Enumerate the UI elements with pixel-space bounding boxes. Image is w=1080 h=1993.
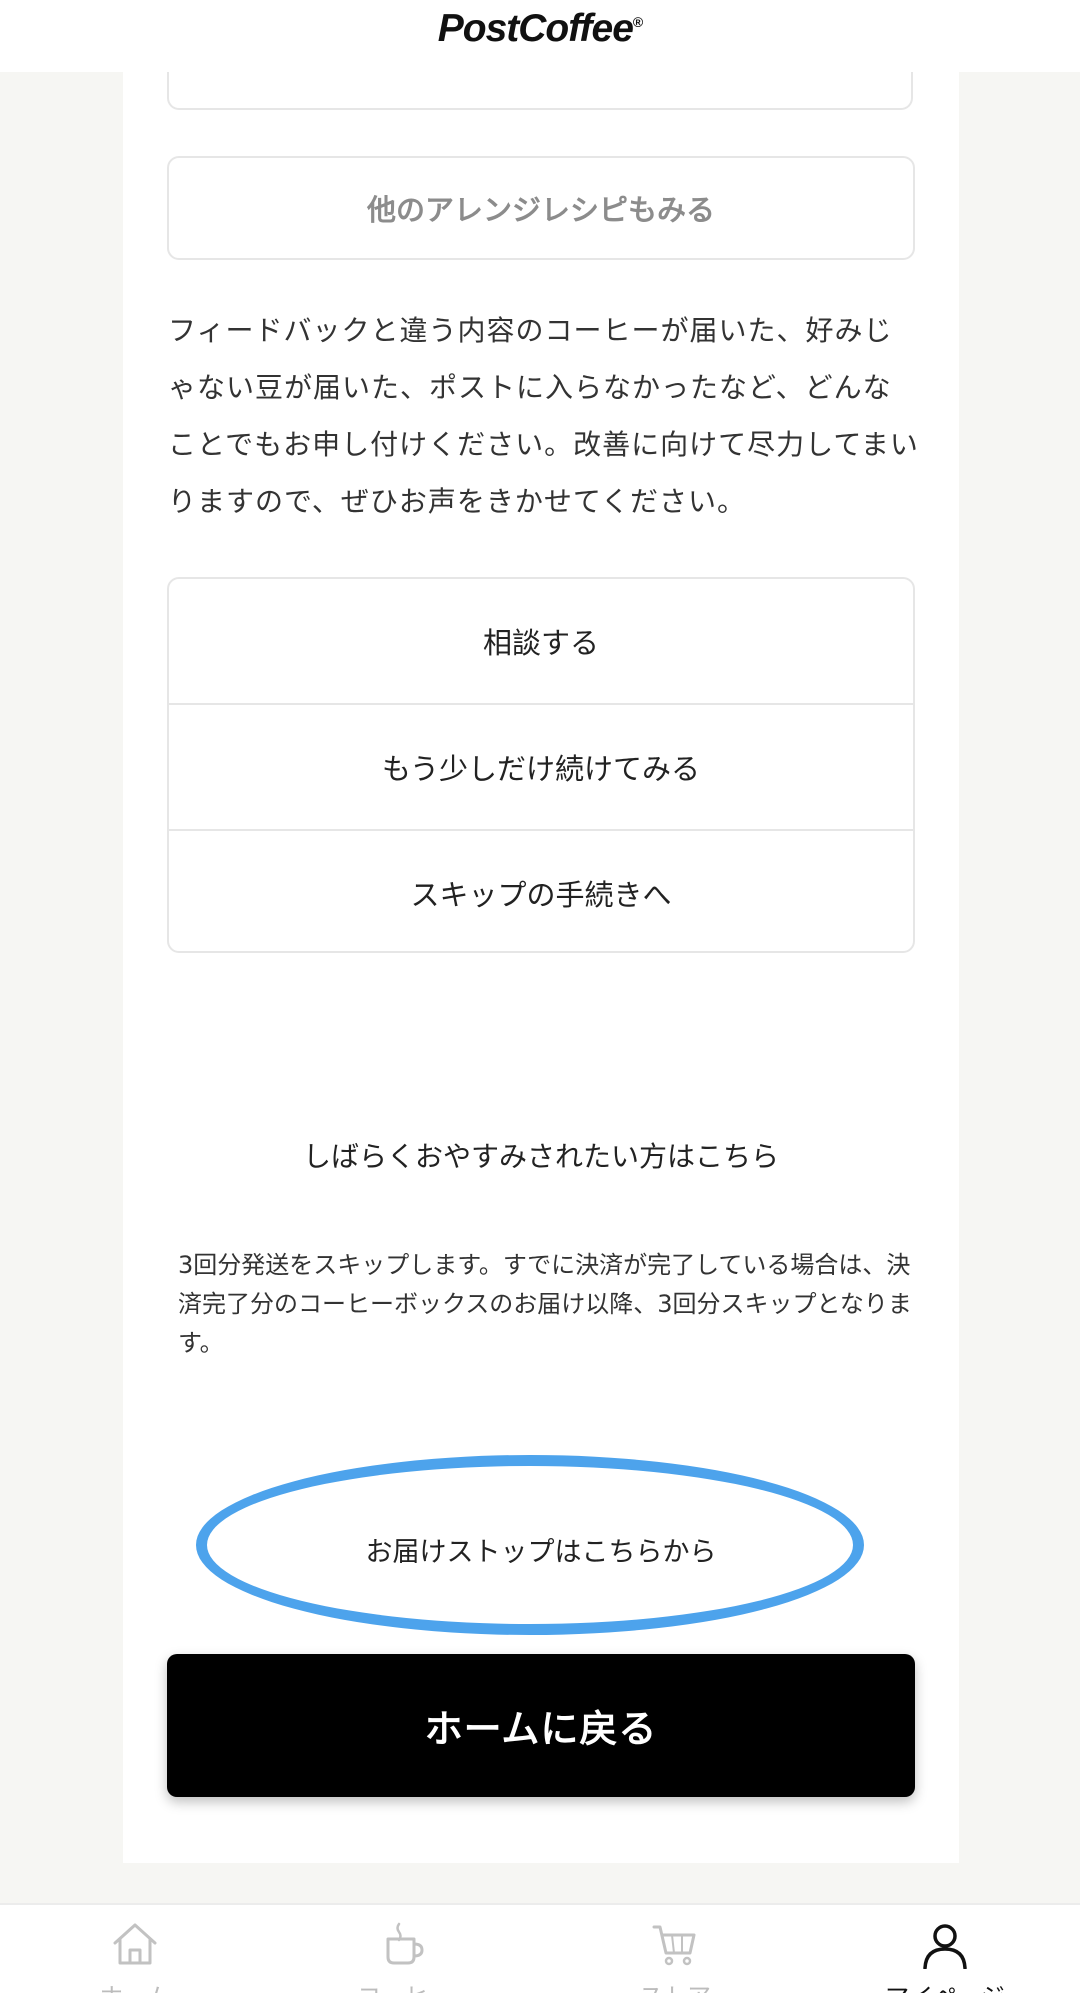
nav-label-mypage: マイページ <box>810 1977 1080 1993</box>
feedback-description: フィードバックと違う内容のコーヒーが届いた、好みじゃない豆が届いた、ポストに入ら… <box>168 314 919 518</box>
delivery-stop-link[interactable]: お届けストップはこちらから <box>123 1530 959 1569</box>
user-icon <box>923 1924 967 1969</box>
skip-procedure-button[interactable]: スキップの手続きへ <box>169 831 913 951</box>
cart-icon <box>652 1925 696 1966</box>
nav-label-home: ホーム <box>0 1977 270 1993</box>
options-list: 相談する もう少しだけ続けてみる スキップの手続きへ <box>167 577 915 953</box>
home-icon <box>113 1923 157 1965</box>
consult-button[interactable]: 相談する <box>169 579 913 705</box>
nav-item-store[interactable]: ストア <box>540 1905 810 1993</box>
nav-label-store: ストア <box>540 1977 810 1993</box>
back-home-button[interactable]: ホームに戻る <box>167 1654 915 1797</box>
nav-label-coffee: コーヒー <box>270 1977 540 1993</box>
continue-button[interactable]: もう少しだけ続けてみる <box>169 705 913 831</box>
pause-title: しばらくおやすみされたい方はこちら <box>302 1140 779 1173</box>
skip-description: 3回分発送をスキップします。すでに決済が完了している場合は、決済完了分のコーヒー… <box>178 1251 912 1357</box>
nav-item-home[interactable]: ホーム <box>0 1905 270 1993</box>
bottom-nav: ホーム コーヒー ストア マイページ <box>0 1903 1080 1993</box>
nav-item-coffee[interactable]: コーヒー <box>270 1905 540 1993</box>
nav-item-mypage[interactable]: マイページ <box>810 1905 1080 1993</box>
registered-mark: ® <box>632 14 643 30</box>
coffee-cup-icon <box>386 1922 424 1965</box>
logo[interactable]: PostCoffee® <box>0 0 1080 51</box>
other-recipes-button[interactable]: 他のアレンジレシピもみる <box>167 156 915 260</box>
app-header: PostCoffee® <box>0 0 1080 72</box>
